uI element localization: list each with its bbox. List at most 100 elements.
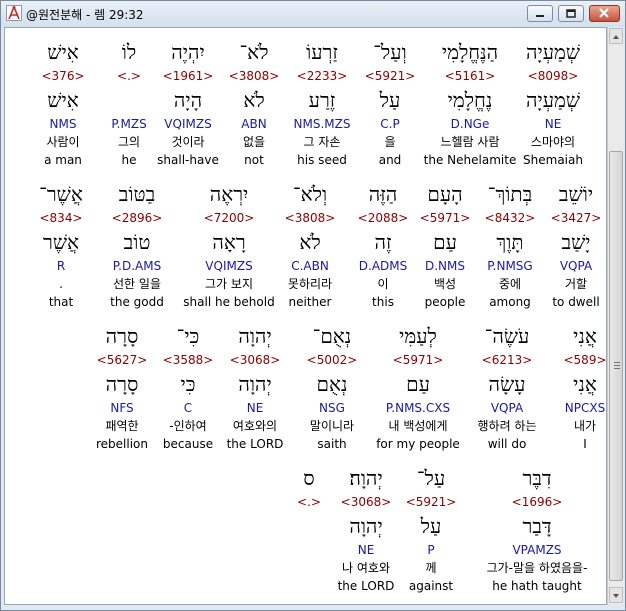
hebrew-word[interactable]: וְלֹא־ bbox=[293, 182, 327, 206]
lexical-form: עַל bbox=[379, 88, 401, 112]
hebrew-word[interactable]: עֹשֶׂה־ bbox=[485, 324, 530, 348]
morphology-code: C bbox=[183, 401, 193, 415]
scroll-up-button[interactable] bbox=[609, 28, 623, 44]
korean-gloss: 패역한 bbox=[105, 419, 139, 433]
korean-gloss: 백성 bbox=[433, 277, 457, 291]
morphology-code: NMS.MZS bbox=[293, 117, 351, 131]
hebrew-word[interactable]: נְאֻם־ bbox=[313, 324, 352, 348]
hebrew-word[interactable]: ס bbox=[303, 466, 314, 490]
strong-number[interactable]: <3808> bbox=[285, 210, 336, 226]
strong-number[interactable]: <8432> bbox=[485, 210, 536, 226]
lexical-form: סָרָה bbox=[105, 372, 139, 396]
title-bar[interactable]: @원전분해 - 렘 29:32 bbox=[1, 1, 625, 27]
english-gloss: against bbox=[408, 579, 454, 593]
english-gloss: people bbox=[424, 295, 466, 309]
hebrew-word[interactable]: לוֹ bbox=[122, 40, 136, 64]
maximize-button[interactable] bbox=[558, 5, 584, 22]
strong-number[interactable]: <2233> bbox=[297, 68, 348, 84]
korean-gloss: 그가 보지 bbox=[205, 277, 253, 291]
english-gloss: rebellion bbox=[95, 437, 149, 451]
strong-number[interactable]: <6213> bbox=[482, 352, 533, 368]
hebrew-word[interactable]: אִישׁ bbox=[47, 40, 78, 64]
close-button[interactable] bbox=[589, 5, 620, 22]
window-title: @원전분해 - 렘 29:32 bbox=[26, 8, 144, 22]
strong-number[interactable]: <3068> bbox=[230, 352, 281, 368]
lexical-form: דָּבַר bbox=[522, 514, 552, 538]
lexical-form: לֹא bbox=[243, 88, 265, 112]
hebrew-word[interactable]: יוֹשֵׁב bbox=[559, 182, 593, 206]
morphology-code: C.P bbox=[380, 117, 400, 131]
hebrew-word[interactable]: יִרְאֶה bbox=[210, 182, 249, 206]
morphology-code: P.NMSG bbox=[487, 259, 533, 273]
morphology-code: R bbox=[56, 259, 66, 273]
lexical-form: טוֹב bbox=[123, 230, 151, 254]
english-gloss: his seed bbox=[297, 153, 347, 167]
strong-number[interactable]: <.> bbox=[297, 494, 321, 510]
lexical-form: יְהוָה bbox=[349, 514, 383, 538]
hebrew-word[interactable]: דִבֶּר bbox=[522, 466, 551, 490]
arrow-up-icon bbox=[613, 35, 619, 39]
lexical-form: יְהוָה bbox=[238, 372, 272, 396]
strong-number[interactable]: <3808> bbox=[229, 68, 280, 84]
english-gloss: to dwell bbox=[552, 295, 600, 309]
english-gloss: saith bbox=[317, 437, 347, 451]
strong-number[interactable]: <2088> bbox=[358, 210, 409, 226]
strong-number[interactable]: <5971> bbox=[420, 210, 471, 226]
english-gloss: for my people bbox=[376, 437, 460, 451]
morphology-code: NMS bbox=[49, 117, 77, 131]
hebrew-word[interactable]: עַל־ bbox=[417, 466, 445, 490]
strong-number[interactable]: <5921> bbox=[365, 68, 416, 84]
strong-number[interactable]: <5627> bbox=[97, 352, 148, 368]
morphology-code: P.D.AMS bbox=[112, 259, 162, 273]
strong-number[interactable]: <3427> bbox=[551, 210, 602, 226]
hebrew-word[interactable]: יִהְיֶה bbox=[171, 40, 205, 64]
scroll-thumb[interactable] bbox=[609, 151, 623, 581]
strong-number[interactable]: <376> bbox=[41, 68, 84, 84]
morphology-code: VPAMZS bbox=[512, 543, 562, 557]
strong-number[interactable]: <5921> bbox=[406, 494, 457, 510]
strong-number[interactable]: <.> bbox=[117, 68, 141, 84]
hebrew-word[interactable]: יְהוָה׃ bbox=[349, 466, 382, 490]
strong-number[interactable]: <589> bbox=[563, 352, 606, 368]
hebrew-word[interactable]: אֲנִי bbox=[573, 324, 597, 348]
scroll-down-button[interactable] bbox=[609, 587, 623, 603]
hebrew-word[interactable]: וְעַל־ bbox=[373, 40, 406, 64]
morphology-code: NE bbox=[357, 543, 375, 557]
hebrew-word[interactable]: יְהוָה bbox=[238, 324, 271, 348]
english-gloss: and bbox=[378, 153, 402, 167]
vertical-scrollbar[interactable] bbox=[607, 27, 624, 605]
hebrew-word[interactable]: כִּי־ bbox=[177, 324, 200, 348]
hebrew-word[interactable]: אֲשֶׁר־ bbox=[39, 182, 83, 206]
lexical-form: זֶרַע bbox=[308, 88, 336, 112]
english-gloss: neither bbox=[288, 295, 332, 309]
strong-number[interactable]: <1696> bbox=[512, 494, 563, 510]
strong-number[interactable]: <5161> bbox=[445, 68, 496, 84]
minimize-button[interactable] bbox=[527, 5, 553, 22]
hebrew-word[interactable]: לְעַמִּי bbox=[399, 324, 437, 348]
hebrew-word[interactable]: סָרָה bbox=[106, 324, 139, 348]
strong-number[interactable]: <1961> bbox=[163, 68, 214, 84]
strong-number[interactable]: <5002> bbox=[307, 352, 358, 368]
strong-number[interactable]: <8098> bbox=[528, 68, 579, 84]
lexical-form: אֲנִי bbox=[573, 372, 597, 396]
strong-number[interactable]: <2896> bbox=[112, 210, 163, 226]
strong-number[interactable]: <834> bbox=[39, 210, 82, 226]
lexical-form: הָיָה bbox=[173, 88, 203, 112]
hebrew-word[interactable]: הַנֶּחֱלָמִי bbox=[442, 40, 498, 64]
english-gloss: he hath taught bbox=[492, 579, 582, 593]
hebrew-word[interactable]: הָעָם bbox=[427, 182, 462, 206]
english-gloss: among bbox=[489, 295, 531, 309]
morphology-code: NPCXS bbox=[564, 401, 606, 415]
lexical-form: זֶה bbox=[374, 230, 392, 254]
strong-number[interactable]: <7200> bbox=[204, 210, 255, 226]
strong-number[interactable]: <3588> bbox=[163, 352, 214, 368]
hebrew-word[interactable]: לֹא־ bbox=[239, 40, 268, 64]
hebrew-word[interactable]: שְׁמַעְיָה bbox=[526, 40, 580, 64]
hebrew-word[interactable]: הַזֶּה bbox=[369, 182, 398, 206]
hebrew-word[interactable]: בַטּוֹב bbox=[119, 182, 155, 206]
hebrew-word[interactable]: זַרְעוֹ bbox=[306, 40, 338, 64]
english-gloss: that bbox=[48, 295, 74, 309]
strong-number[interactable]: <5971> bbox=[393, 352, 444, 368]
strong-number[interactable]: <3068> bbox=[341, 494, 392, 510]
hebrew-word[interactable]: בְּתוֹךְ־ bbox=[488, 182, 532, 206]
